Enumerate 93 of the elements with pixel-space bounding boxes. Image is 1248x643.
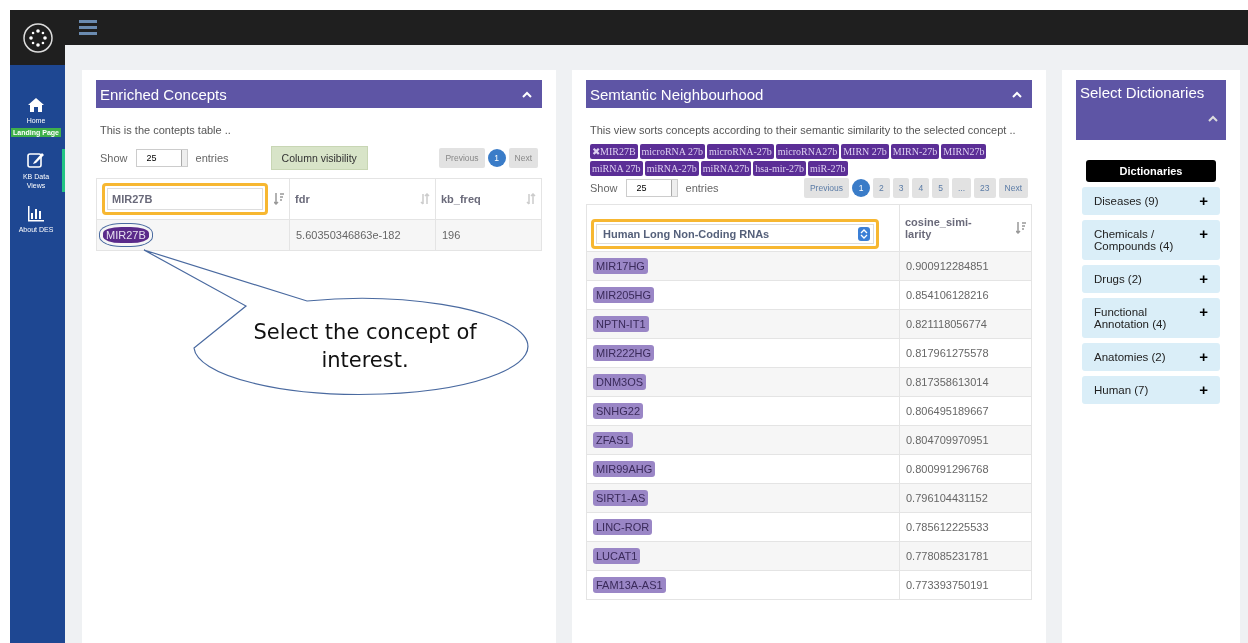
table-cell: 0.817961275578	[899, 338, 1032, 368]
table-cell: 0.806495189667	[899, 396, 1032, 426]
synonym-tag[interactable]: MIRN 27b	[841, 143, 889, 159]
page-button[interactable]: ...	[951, 177, 972, 198]
column-header[interactable]: fdr	[295, 192, 310, 205]
table-cell: 0.900912284851	[899, 251, 1032, 281]
concept-tag[interactable]: SIRT1-AS	[593, 489, 649, 506]
panel-title: Semtantic Neighbourhood	[590, 85, 764, 103]
page-button[interactable]: 3	[892, 177, 910, 198]
dictionary-label: Anatomies (2)	[1094, 351, 1167, 363]
show-label: Show	[100, 151, 128, 164]
concept-tag[interactable]: MIR99AHG	[593, 460, 656, 477]
concept-tag[interactable]: ZFAS1	[593, 431, 633, 448]
panel-title: Enriched Concepts	[100, 85, 227, 103]
dictionary-label: Human (7)	[1094, 384, 1150, 396]
menu-icon[interactable]	[79, 20, 97, 35]
edit-icon	[27, 151, 45, 170]
dictionary-label: Diseases (9)	[1094, 195, 1160, 207]
table-cell: 0.796104431152	[899, 483, 1032, 513]
sort-icon[interactable]	[1016, 221, 1026, 234]
synonym-tag[interactable]: microRNA 27b	[639, 143, 705, 159]
sort-icon[interactable]	[274, 192, 284, 205]
page-size-select[interactable]: 25	[625, 178, 678, 197]
description: This is the contepts table ..	[100, 123, 232, 138]
table-cell: 0.817358613014	[899, 367, 1032, 397]
dictionary-item[interactable]: Chemicals / Compounds (4) +	[1082, 220, 1220, 260]
synonym-tag[interactable]: miRNA 27b	[590, 160, 643, 176]
table-cell: 0.854106128216	[899, 280, 1032, 310]
table-cell: 0.778085231781	[899, 541, 1032, 571]
synonym-tag[interactable]: miRNA27b	[700, 160, 752, 176]
concept-tag[interactable]: NPTN-IT1	[593, 315, 649, 332]
page-button[interactable]: 4	[912, 177, 930, 198]
table-cell: 0.785612225533	[899, 512, 1032, 542]
concept-tag[interactable]: LINC-ROR	[593, 518, 653, 535]
synonym-tag[interactable]: microRNA27b	[775, 143, 840, 159]
table-cell: 196	[435, 219, 542, 251]
logo-icon	[21, 21, 54, 54]
concept-tag[interactable]: MIR17HG	[593, 257, 648, 274]
panel-title: Select Dictionaries	[1080, 84, 1206, 101]
dictionary-item[interactable]: Functional Annotation (4) +	[1082, 298, 1220, 338]
entries-label: entries	[685, 181, 719, 194]
synonym-tag[interactable]: microRNA-27b	[706, 143, 774, 159]
dictionary-label: Chemicals / Compounds (4)	[1094, 228, 1175, 252]
bar-chart-icon	[27, 204, 45, 223]
page-button[interactable]: Next	[998, 177, 1028, 198]
concept-tag[interactable]: LUCAT1	[593, 547, 641, 564]
page-button[interactable]: 23	[974, 177, 996, 198]
table-cell: 5.60350346863e-182	[289, 219, 436, 251]
synonym-tag[interactable]: miR-27b	[808, 160, 848, 176]
expand-icon[interactable]: +	[1199, 351, 1208, 363]
dictionary-item[interactable]: Human (7) +	[1082, 376, 1220, 404]
column-visibility-button[interactable]: Column visibility	[270, 145, 368, 170]
description: This view sorts concepts according to their semantic similarity to the selected concept ..	[590, 123, 1017, 138]
page-button[interactable]: 1	[487, 148, 506, 167]
dictionary-select[interactable]: Human Long Non-Coding RNAs	[591, 218, 879, 249]
concept-tag[interactable]: FAM13A-AS1	[593, 576, 666, 593]
page-button[interactable]: 5	[932, 177, 949, 198]
table-cell: 0.800991296768	[899, 454, 1032, 484]
expand-icon[interactable]: +	[1199, 228, 1208, 240]
expand-icon[interactable]: +	[1199, 273, 1208, 285]
column-header[interactable]: kb_freq	[441, 192, 481, 205]
synonym-tag[interactable]: MIRN-27b	[890, 143, 940, 159]
synonym-tag[interactable]: MIRN27b	[941, 143, 987, 159]
synonym-tag[interactable]: ✖MIR27B	[590, 143, 638, 159]
dictionary-item[interactable]: Anatomies (2) +	[1082, 343, 1220, 371]
dictionaries-heading: Dictionaries	[1086, 160, 1216, 182]
page-button[interactable]: 1	[852, 178, 870, 197]
expand-icon[interactable]: +	[1199, 384, 1208, 396]
table-cell: 0.773393750191	[899, 570, 1032, 600]
concept-tag[interactable]: MIR222HG	[593, 344, 655, 361]
dictionary-item[interactable]: Diseases (9) +	[1082, 187, 1220, 215]
dropdown-icon[interactable]	[858, 226, 870, 241]
concept-tag[interactable]: DNM3OS	[593, 373, 647, 390]
page-size-select[interactable]: 25	[135, 148, 188, 167]
page-button[interactable]: 2	[873, 177, 890, 198]
concept-tag[interactable]: MIR205HG	[593, 286, 655, 303]
page-button[interactable]: Previous	[803, 177, 849, 198]
home-icon	[27, 97, 45, 113]
dictionary-label: Functional Annotation (4)	[1094, 306, 1168, 330]
expand-icon[interactable]: +	[1199, 195, 1208, 207]
table-cell: 0.804709970951	[899, 425, 1032, 455]
synonym-tag[interactable]: hsa-mir-27b	[753, 160, 806, 176]
dictionary-item[interactable]: Drugs (2) +	[1082, 265, 1220, 293]
concept-tag[interactable]: SNHG22	[593, 402, 644, 419]
callout-text: Select the concept of interest.	[252, 319, 478, 375]
filter-field[interactable]: MIR27B	[102, 182, 268, 215]
expand-icon[interactable]: +	[1199, 306, 1208, 318]
table-cell: 0.821118056774	[899, 309, 1032, 339]
collapse-icon[interactable]	[1208, 115, 1218, 122]
entries-label: entries	[195, 151, 229, 164]
dictionary-label: Drugs (2)	[1094, 273, 1143, 285]
show-label: Show	[590, 181, 618, 194]
synonym-tag[interactable]: miRNA-27b	[644, 160, 699, 176]
